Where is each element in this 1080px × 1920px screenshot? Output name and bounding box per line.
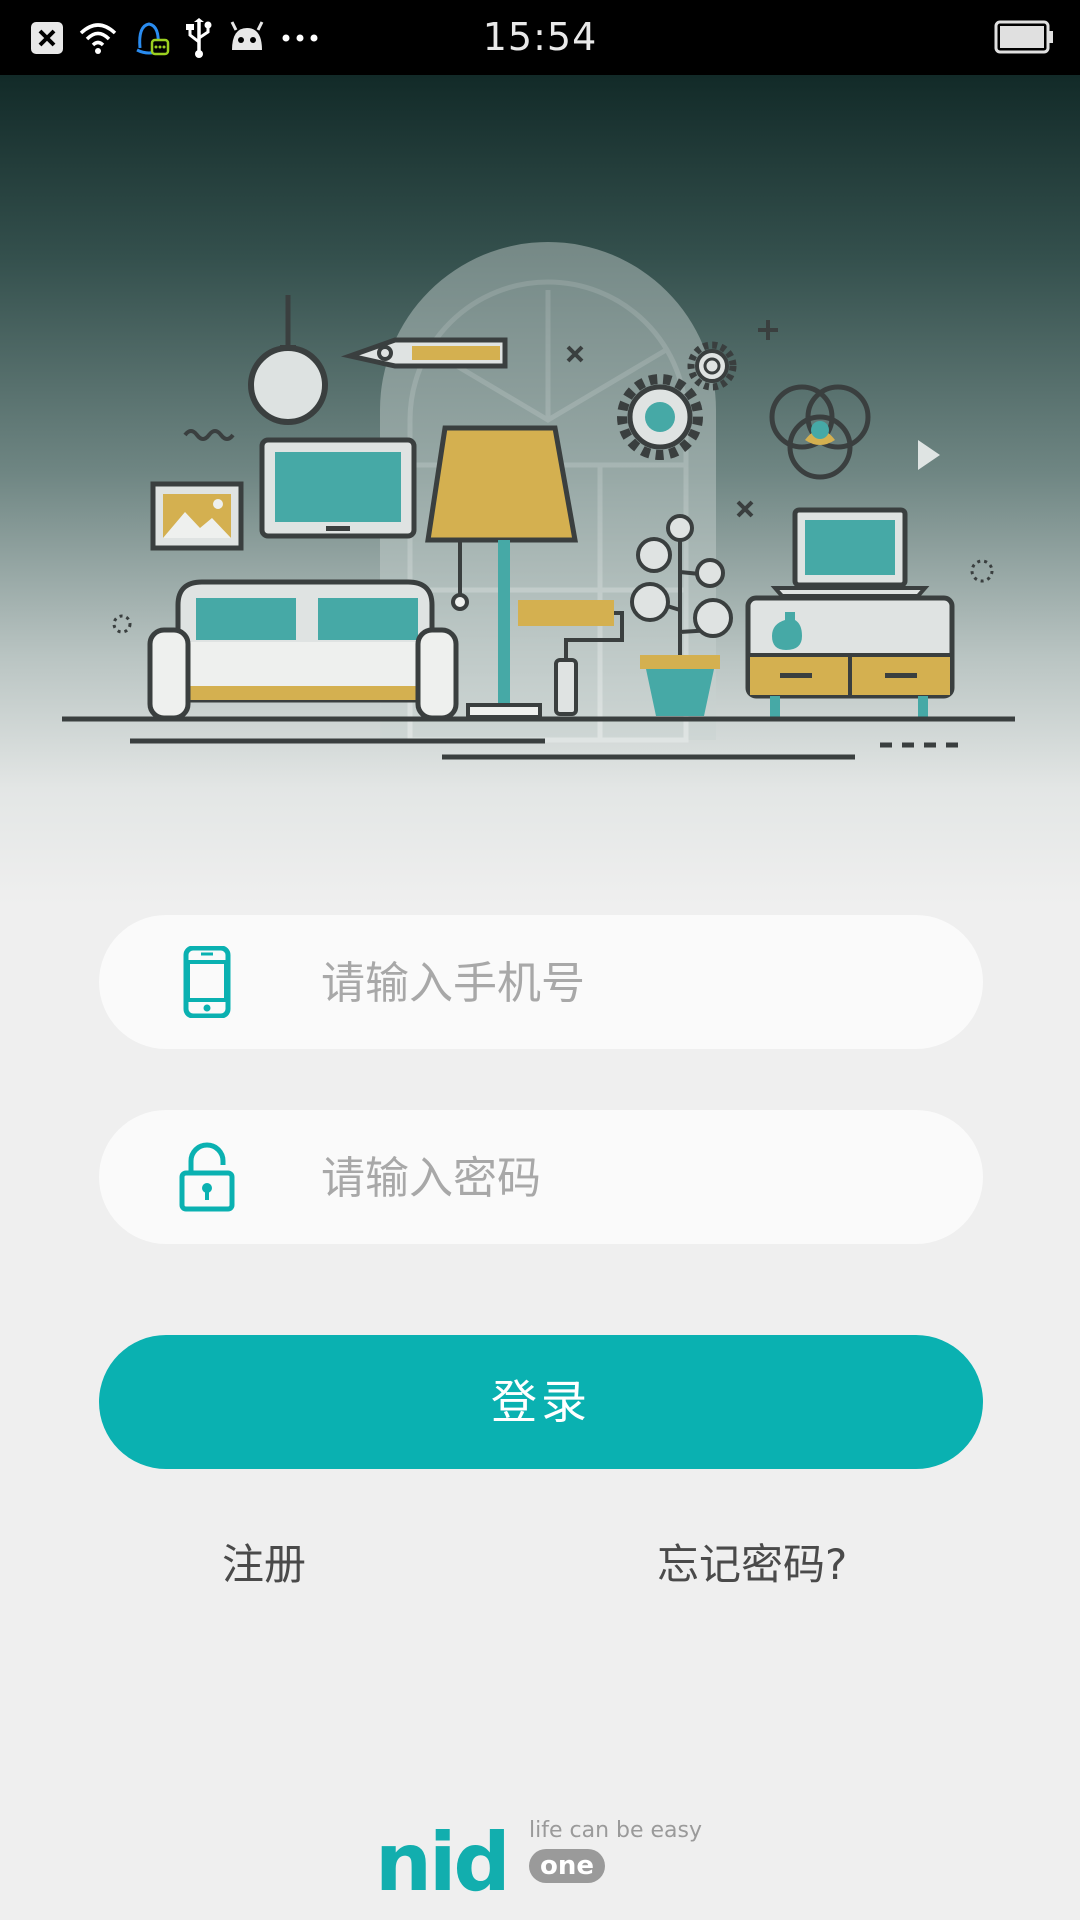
hero-illustration xyxy=(0,75,1080,905)
login-button[interactable]: 登录 xyxy=(99,1335,983,1469)
phone-icon xyxy=(179,945,235,1019)
password-input[interactable] xyxy=(319,1132,923,1224)
pendant-lamp xyxy=(248,295,328,425)
brand-tagline: life can be easy xyxy=(529,1818,703,1843)
brand-name: nid xyxy=(375,1816,511,1909)
status-time: 15:54 xyxy=(482,15,598,59)
phone-input[interactable] xyxy=(319,937,923,1029)
living-room-illustration xyxy=(62,242,1015,760)
gear-small xyxy=(687,341,737,391)
footer-logo: nid life can be easy one xyxy=(375,1815,705,1905)
phone-field[interactable] xyxy=(99,915,983,1049)
password-field[interactable] xyxy=(99,1110,983,1244)
register-link[interactable]: 注册 xyxy=(222,1535,306,1595)
unlock-icon xyxy=(179,1141,235,1213)
laptop xyxy=(770,507,930,598)
sofa xyxy=(147,579,459,721)
sideboard xyxy=(745,595,955,718)
status-bar: 15:54 xyxy=(0,0,1080,75)
tv-monitor xyxy=(259,437,417,539)
framed-picture xyxy=(150,481,244,551)
brand-sub: one xyxy=(529,1849,605,1883)
pen-drawing xyxy=(340,337,508,369)
forgot-password-link[interactable]: 忘记密码? xyxy=(657,1535,847,1595)
battery-icon xyxy=(994,20,1054,58)
